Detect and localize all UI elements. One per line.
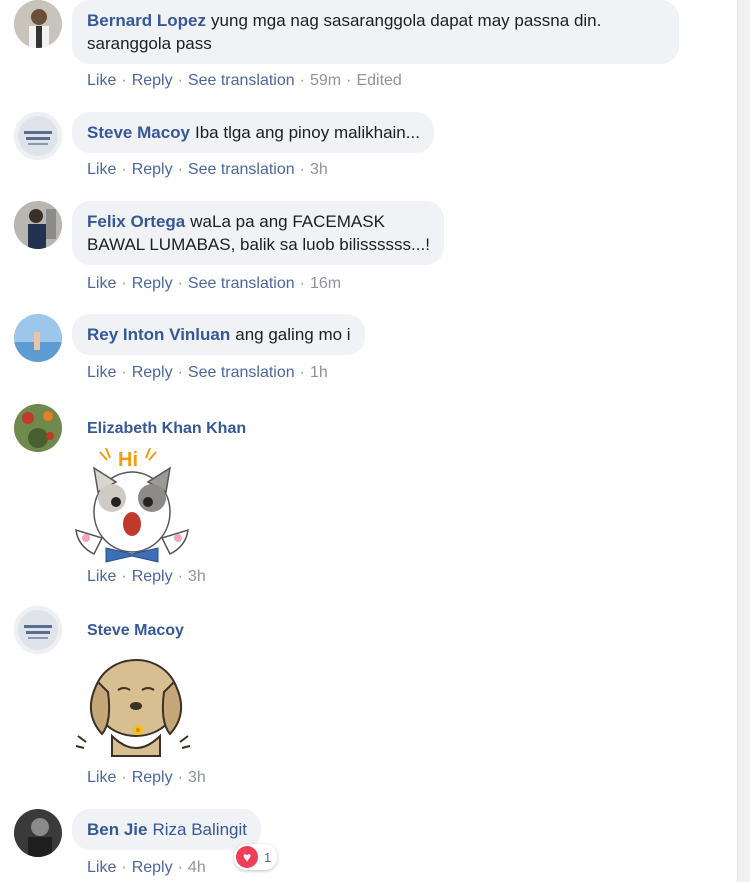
timestamp[interactable]: 4h [188,859,206,876]
reply-link[interactable]: Reply [132,72,173,89]
reply-link[interactable]: Reply [132,275,173,292]
avatar[interactable] [14,606,62,654]
cat-hi-sticker[interactable]: Hi [72,442,192,569]
avatar[interactable] [14,112,62,160]
reply-link[interactable]: Reply [132,859,173,876]
avatar[interactable] [14,404,62,452]
timestamp[interactable]: 3h [188,769,206,786]
comment-actions: Like · Reply · See translation · 16m [87,275,342,292]
comment-text: ang galing mo i [235,325,351,344]
like-link[interactable]: Like [87,769,116,786]
avatar[interactable] [14,809,62,857]
see-translation-link[interactable]: See translation [188,275,295,292]
comment-actions: Like · Reply · 4h [87,859,206,876]
reaction-number: 1 [264,849,272,865]
comment-author[interactable]: Steve Macoy [87,123,190,142]
comment-author[interactable]: Elizabeth Khan Khan [87,420,246,438]
like-link[interactable]: Like [87,72,116,89]
comment-bubble: Ben Jie Riza Balingit [72,809,261,850]
comment-text: waLa pa ang FACEMASK [190,212,385,231]
like-link[interactable]: Like [87,364,116,381]
comment-text: BAWAL LUMABAS, balik sa luob bilissssss.… [87,235,430,254]
like-link[interactable]: Like [87,568,116,585]
see-translation-link[interactable]: See translation [188,161,295,178]
comment-author[interactable]: Steve Macoy [87,622,184,640]
like-link[interactable]: Like [87,275,116,292]
comment-actions: Like · Reply · See translation · 59m · Edited [87,72,402,89]
avatar[interactable] [14,314,62,362]
sticker-caption: Hi [118,449,138,471]
like-link[interactable]: Like [87,859,116,876]
scrollbar-track[interactable] [737,0,750,882]
like-link[interactable]: Like [87,161,116,178]
reply-link[interactable]: Reply [132,769,173,786]
reply-link[interactable]: Reply [132,568,173,585]
comment-author[interactable]: Ben Jie [87,820,147,839]
timestamp[interactable]: 1h [310,364,328,381]
comment-text: Iba tlga ang pinoy malikhain... [195,123,420,142]
comment-actions: Like · Reply · See translation · 1h [87,364,328,381]
reaction-count[interactable]: ♥ 1 [234,844,278,870]
timestamp[interactable]: 3h [188,568,206,585]
timestamp[interactable]: 3h [310,161,328,178]
heart-icon: ♥ [236,846,258,868]
comment-bubble: Steve Macoy Iba tlga ang pinoy malikhain.… [72,112,434,153]
comment-author[interactable]: Felix Ortega [87,212,185,231]
comment-author[interactable]: Bernard Lopez [87,11,206,30]
see-translation-link[interactable]: See translation [188,72,295,89]
avatar[interactable] [14,0,62,48]
reply-link[interactable]: Reply [132,161,173,178]
dog-flower-sticker[interactable] [72,652,192,769]
mentioned-user[interactable]: Riza Balingit [152,820,247,839]
comment-actions: Like · Reply · 3h [87,568,206,585]
comment-actions: Like · Reply · See translation · 3h [87,161,328,178]
avatar[interactable] [14,201,62,249]
comment-bubble: Rey Inton Vinluan ang galing mo i [72,314,365,355]
comment-actions: Like · Reply · 3h [87,769,206,786]
reply-link[interactable]: Reply [132,364,173,381]
comment-bubble: Felix Ortega waLa pa ang FACEMASK BAWAL L… [72,201,444,265]
timestamp[interactable]: 59m [310,72,341,89]
comment-author[interactable]: Rey Inton Vinluan [87,325,230,344]
see-translation-link[interactable]: See translation [188,364,295,381]
comment-bubble: Bernard Lopez yung mga nag sasaranggola d… [72,0,679,64]
timestamp[interactable]: 16m [310,275,341,292]
edited-label[interactable]: Edited [356,72,401,89]
